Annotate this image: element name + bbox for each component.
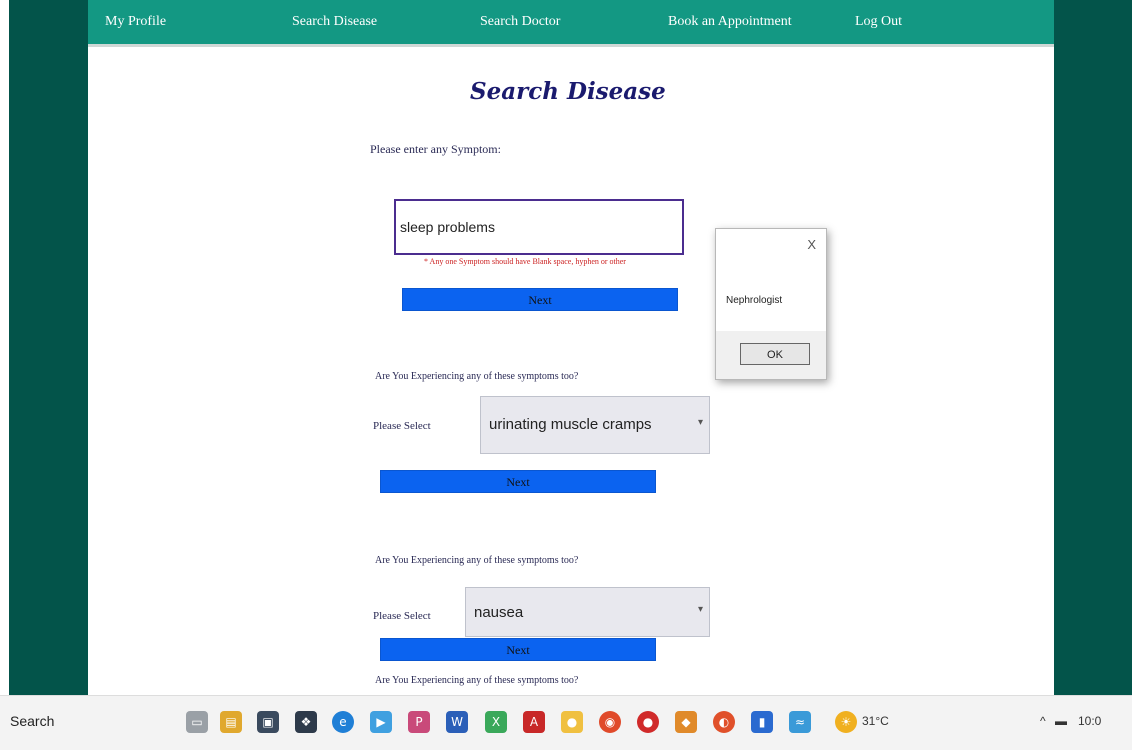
app-red-icon[interactable]: ● — [637, 711, 659, 733]
battery-icon: ▬ — [1055, 714, 1067, 728]
next-button-2[interactable]: Next — [380, 470, 656, 493]
task-view-icon[interactable]: ▭ — [186, 711, 208, 733]
nav-search-disease[interactable]: Search Disease — [292, 14, 377, 30]
top-navbar: My Profile Search Disease Search Doctor … — [88, 0, 1054, 47]
nav-search-doctor[interactable]: Search Doctor — [480, 14, 560, 30]
app-icon[interactable]: ▶ — [370, 711, 392, 733]
chevron-up-icon[interactable]: ^ — [1040, 714, 1046, 728]
symptom-select-1-value: urinating muscle cramps — [489, 416, 652, 433]
app-orange-icon[interactable]: ◆ — [675, 711, 697, 733]
close-icon[interactable]: X — [807, 237, 816, 252]
symptom-select-2[interactable]: nausea ▾ — [465, 587, 710, 637]
symptom-input[interactable] — [394, 199, 684, 255]
app-blue-icon[interactable]: ▮ — [751, 711, 773, 733]
symptom-error-hint: * Any one Symptom should have Blank spac… — [424, 257, 626, 266]
store-icon[interactable]: ▣ — [257, 711, 279, 733]
question-text-2: Are You Experiencing any of these sympto… — [375, 555, 579, 566]
question-text-3: Are You Experiencing any of these sympto… — [375, 675, 579, 686]
publisher-icon[interactable]: P — [408, 711, 430, 733]
symptom-select-1[interactable]: urinating muscle cramps ▾ — [480, 396, 710, 454]
symptom-prompt: Please enter any Symptom: — [370, 142, 501, 156]
app-wave-icon[interactable]: ≈ — [789, 711, 811, 733]
alert-dialog: X Nephrologist OK — [715, 228, 827, 380]
clock[interactable]: 10:0 — [1078, 714, 1101, 728]
excel-icon[interactable]: X — [485, 711, 507, 733]
acrobat-icon[interactable]: A — [523, 711, 545, 733]
taskbar: Search ▭ ▤ ▣ ❖ e ▶ P W X A ● ◉ ● ◆ ◐ ▮ ≈… — [0, 695, 1132, 750]
temperature: 31°C — [862, 714, 889, 728]
dialog-footer: OK — [716, 331, 826, 379]
taskbar-search[interactable]: Search — [10, 713, 54, 729]
nav-my-profile[interactable]: My Profile — [105, 14, 166, 30]
dialog-message: Nephrologist — [726, 295, 783, 306]
page-title: Search Disease — [470, 78, 666, 105]
next-button-1[interactable]: Next — [402, 288, 678, 311]
file-explorer-icon[interactable]: ▤ — [220, 711, 242, 733]
chrome-icon[interactable]: ◉ — [599, 711, 621, 733]
word-icon[interactable]: W — [446, 711, 468, 733]
select-label-1: Please Select — [373, 420, 431, 432]
ok-button[interactable]: OK — [740, 343, 810, 365]
weather-icon: ☀ — [835, 711, 857, 733]
screen-edge — [0, 0, 9, 749]
symptom-select-2-value: nausea — [474, 604, 524, 621]
dropbox-icon[interactable]: ❖ — [295, 711, 317, 733]
chevron-down-icon: ▾ — [697, 417, 703, 428]
firefox-icon[interactable]: ◐ — [713, 711, 735, 733]
edge-icon[interactable]: e — [332, 711, 354, 733]
next-button-3[interactable]: Next — [380, 638, 656, 661]
notes-icon[interactable]: ● — [561, 711, 583, 733]
chevron-down-icon: ▾ — [697, 604, 703, 615]
question-text-1: Are You Experiencing any of these sympto… — [375, 371, 579, 382]
select-label-2: Please Select — [373, 610, 431, 622]
nav-log-out[interactable]: Log Out — [855, 14, 902, 30]
nav-book-appointment[interactable]: Book an Appointment — [668, 14, 792, 30]
